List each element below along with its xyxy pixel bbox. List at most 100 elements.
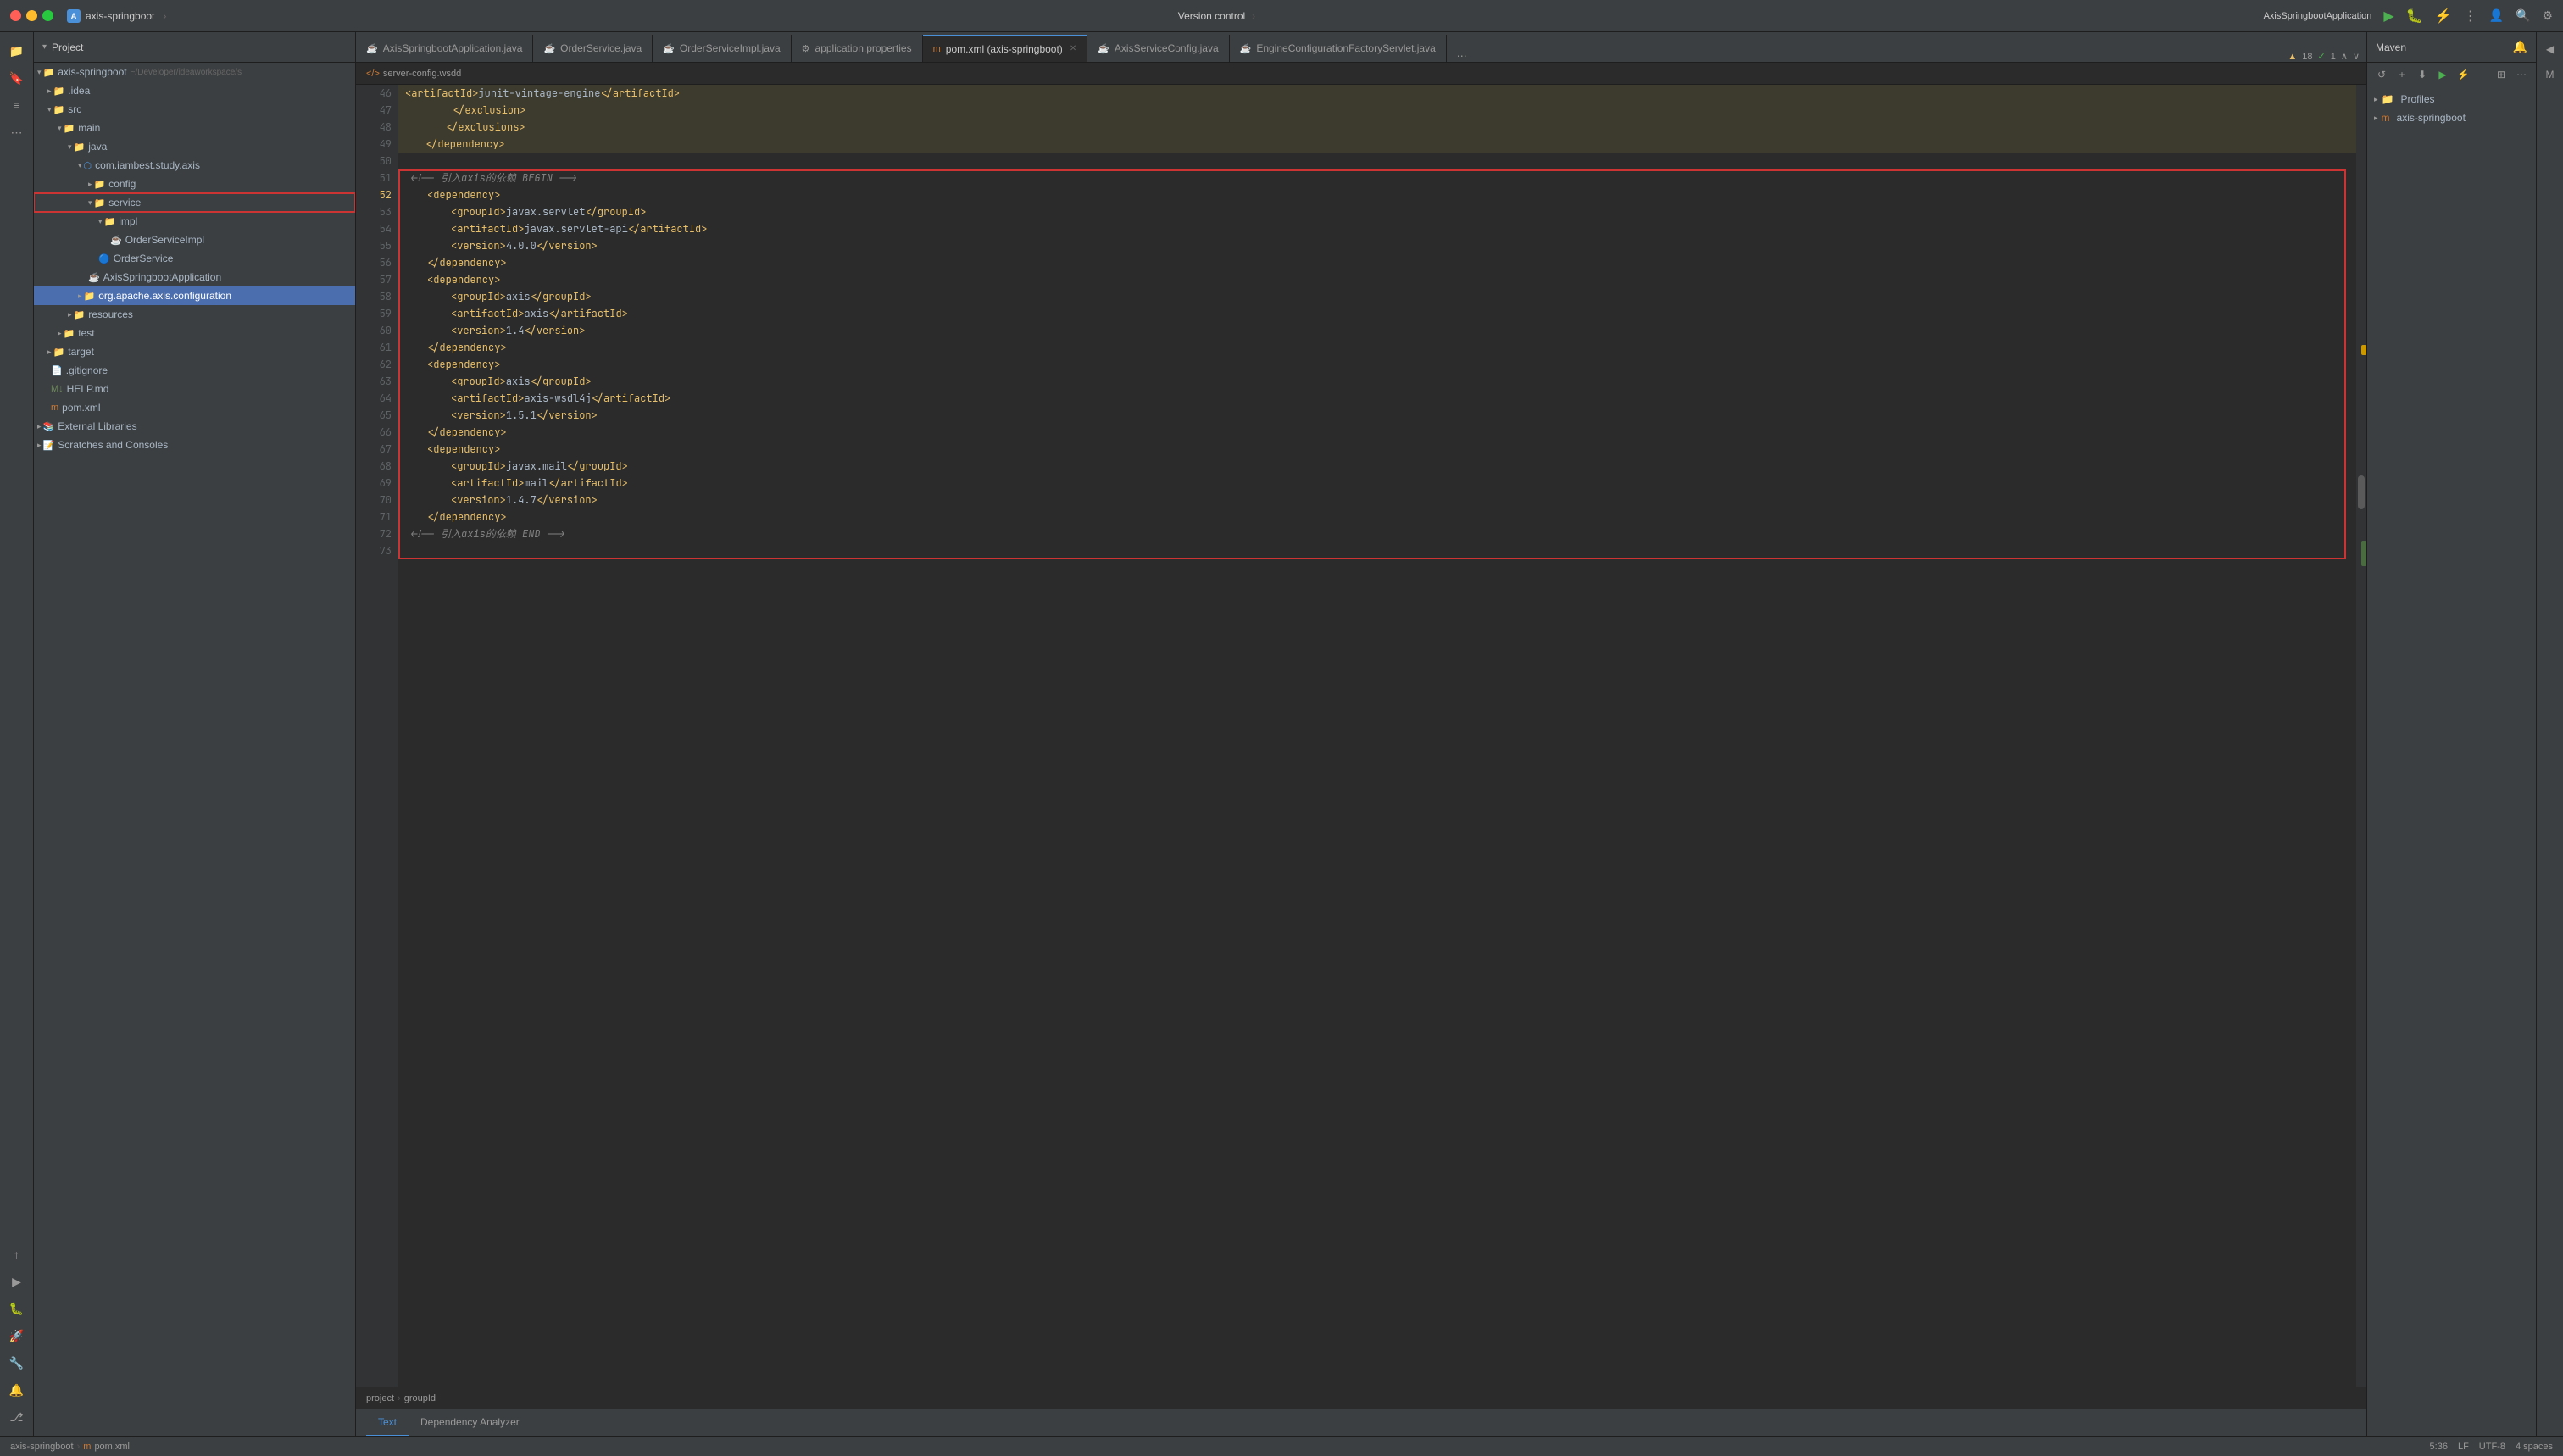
maven-notify-icon[interactable]: 🔔	[2513, 40, 2527, 54]
tab-axis-app[interactable]: ☕ AxisSpringbootApplication.java	[356, 35, 533, 62]
tab-order-service[interactable]: ☕ OrderService.java	[533, 35, 653, 62]
tree-item-java-folder[interactable]: ▾ 📁 java	[34, 137, 355, 156]
settings-icon[interactable]: ⚙	[2542, 8, 2553, 23]
tab-app-props[interactable]: ⚙ application.properties	[792, 35, 923, 62]
tree-item-org-apache[interactable]: ▸ 📁 org.apache.axis.configuration	[34, 286, 355, 305]
code-line-67: <dependency>	[398, 441, 2356, 458]
tab-props-icon: ⚙	[802, 43, 810, 54]
titlebar: A axis-springboot › Version control › Ax…	[0, 0, 2563, 32]
sidebar-tools-icon[interactable]: 🔧	[5, 1351, 29, 1375]
tree-item-main[interactable]: ▾ 📁 main	[34, 119, 355, 137]
maven-item-profiles[interactable]: ▸ 📁 Profiles	[2367, 90, 2536, 108]
maven-download-btn[interactable]: ⬇	[2413, 65, 2432, 84]
run-button[interactable]: ▶	[2383, 8, 2393, 25]
sidebar-run-icon[interactable]: ▶	[5, 1270, 29, 1293]
code-lines[interactable]: <artifactId>junit-vintage-engine</artifa…	[398, 85, 2356, 1387]
tree-item-service[interactable]: ▾ 📁 service	[34, 193, 355, 212]
tree-scroll[interactable]: ▾ 📁 axis-springboot ~/Developer/ideawork…	[34, 63, 355, 1436]
maven-more-btn[interactable]: ⋯	[2512, 65, 2531, 84]
code-line-63: <groupId>axis</groupId>	[398, 373, 2356, 390]
status-position[interactable]: 5:36	[2430, 1442, 2448, 1452]
tree-item-external-libs[interactable]: ▸ 📚 External Libraries	[34, 417, 355, 436]
impl-folder-icon: 📁	[104, 216, 116, 227]
tree-item-gitignore[interactable]: 📄 .gitignore	[34, 361, 355, 380]
tree-item-target[interactable]: ▸ 📁 target	[34, 342, 355, 361]
project-header: ▾ Project	[34, 32, 355, 63]
search-icon[interactable]: 🔍	[2516, 8, 2530, 23]
tab-pom-xml[interactable]: m pom.xml (axis-springboot) ✕	[923, 35, 1088, 62]
tab-java-icon-axis-svc: ☕	[1098, 43, 1109, 54]
tab-order-service-impl-label: OrderServiceImpl.java	[680, 42, 781, 54]
tree-item-resources[interactable]: ▸ 📁 resources	[34, 305, 355, 324]
tab-pom-close-icon[interactable]: ✕	[1070, 44, 1076, 53]
tab-java-icon-engine: ☕	[1240, 43, 1252, 54]
tree-item-config[interactable]: ▸ 📁 config	[34, 175, 355, 193]
status-indent[interactable]: 4 spaces	[2516, 1442, 2553, 1452]
axis-app-label: AxisSpringbootApplication	[103, 271, 221, 283]
tree-item-root[interactable]: ▾ 📁 axis-springboot ~/Developer/ideawork…	[34, 63, 355, 81]
debug-button[interactable]: 🐛	[2406, 8, 2423, 25]
close-button[interactable]	[10, 10, 21, 21]
sidebar-bookmark-icon[interactable]: 🔖	[5, 66, 29, 90]
maven-run-btn[interactable]: ▶	[2433, 65, 2452, 84]
nav-down-icon[interactable]: ∨	[2353, 51, 2360, 62]
tab-text[interactable]: Text	[366, 1409, 409, 1437]
status-line-ending[interactable]: LF	[2458, 1442, 2469, 1452]
sidebar-project-icon[interactable]: 📁	[5, 39, 29, 63]
profile-button[interactable]: ⚡	[2435, 8, 2452, 25]
tree-item-src[interactable]: ▾ 📁 src	[34, 100, 355, 119]
tree-item-help-md[interactable]: M↓ HELP.md	[34, 380, 355, 398]
sidebar-structure-icon[interactable]: ≡	[5, 93, 29, 117]
bottom-breadcrumb-project: project	[366, 1393, 394, 1403]
tab-order-service-impl[interactable]: ☕ OrderServiceImpl.java	[653, 35, 791, 62]
r-sidebar-expand-icon[interactable]: ◀	[2540, 39, 2560, 59]
code-line-55: <version>4.0.0</version>	[398, 237, 2356, 254]
code-editor-container: 46 47 48 49 50 51 52 53 54 55 56 57 58 5…	[356, 85, 2366, 1387]
tree-item-idea[interactable]: ▸ 📁 .idea	[34, 81, 355, 100]
vertical-scrollbar[interactable]	[2356, 85, 2366, 1387]
tree-item-test[interactable]: ▸ 📁 test	[34, 324, 355, 342]
fullscreen-button[interactable]	[42, 10, 53, 21]
version-control-label: Version control	[1178, 10, 1245, 22]
tree-item-order-service-impl[interactable]: ☕ OrderServiceImpl	[34, 231, 355, 249]
tab-more-button[interactable]: ⋯	[1450, 50, 1474, 62]
tree-item-package[interactable]: ▾ ⬡ com.iambest.study.axis	[34, 156, 355, 175]
r-sidebar-bookmark-icon[interactable]: M	[2540, 64, 2560, 85]
sidebar-vcs-icon[interactable]: ↑	[5, 1242, 29, 1266]
more-button[interactable]: ⋮	[2464, 8, 2477, 25]
profiles-chevron-icon: ▸	[2374, 95, 2378, 104]
tab-dependency-analyzer[interactable]: Dependency Analyzer	[409, 1409, 531, 1437]
code-line-48: </exclusions>	[398, 119, 2356, 136]
nav-up-icon[interactable]: ∧	[2341, 51, 2348, 62]
maven-refresh-btn[interactable]: ↺	[2372, 65, 2391, 84]
tab-engine-config[interactable]: ☕ EngineConfigurationFactoryServlet.java	[1230, 35, 1447, 62]
impl-chevron-icon: ▾	[98, 217, 103, 226]
sidebar-notify-icon[interactable]: 🔔	[5, 1378, 29, 1402]
scrollbar-thumb[interactable]	[2358, 475, 2365, 509]
tree-item-scratches[interactable]: ▸ 📝 Scratches and Consoles	[34, 436, 355, 454]
sidebar-debug-icon[interactable]: 🐛	[5, 1297, 29, 1320]
account-icon[interactable]: 👤	[2489, 8, 2504, 23]
help-md-icon: M↓	[51, 384, 64, 394]
tree-item-pom-xml[interactable]: m pom.xml	[34, 398, 355, 417]
warn-triangle-icon: ▲	[2288, 52, 2297, 62]
tab-axis-service-config[interactable]: ☕ AxisServiceConfig.java	[1087, 35, 1229, 62]
config-label: config	[108, 178, 136, 190]
maven-item-axis-springboot[interactable]: ▸ m axis-springboot	[2367, 108, 2536, 127]
titlebar-center: Version control ›	[176, 10, 2256, 22]
minimize-button[interactable]	[26, 10, 37, 21]
code-line-47: </exclusion>	[398, 102, 2356, 119]
maven-add-btn[interactable]: +	[2393, 65, 2411, 84]
sidebar-git-icon[interactable]: ⎇	[5, 1405, 29, 1429]
gutter-54: 54	[356, 220, 398, 237]
tree-item-impl[interactable]: ▾ 📁 impl	[34, 212, 355, 231]
status-right: 5:36 LF UTF-8 4 spaces	[2430, 1442, 2553, 1452]
maven-skip-tests-btn[interactable]: ⚡	[2454, 65, 2472, 84]
maven-expand-btn[interactable]: ⊞	[2492, 65, 2510, 84]
tree-item-axis-app[interactable]: ☕ AxisSpringbootApplication	[34, 268, 355, 286]
status-encoding[interactable]: UTF-8	[2479, 1442, 2505, 1452]
sidebar-more-icon[interactable]: ⋯	[5, 120, 29, 144]
maven-tree: ▸ 📁 Profiles ▸ m axis-springboot	[2367, 86, 2536, 1436]
sidebar-deploy-icon[interactable]: 🚀	[5, 1324, 29, 1348]
tree-item-order-service[interactable]: 🔵 OrderService	[34, 249, 355, 268]
